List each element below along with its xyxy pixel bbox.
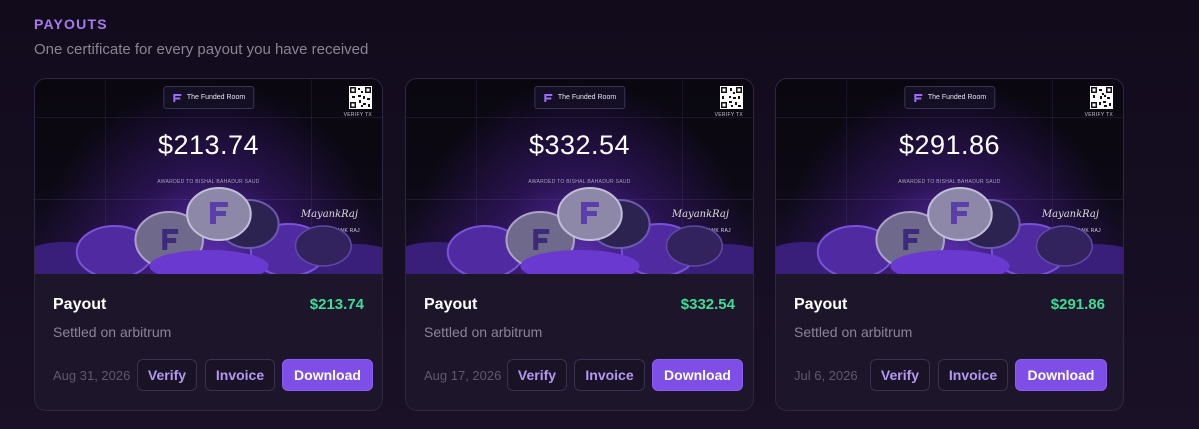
- verify-tx-label: VERIFY TX: [1084, 112, 1113, 118]
- certificate-amount: $213.74: [157, 130, 260, 160]
- payout-label: Payout: [53, 296, 107, 313]
- brand-name: The Funded Room: [557, 94, 617, 101]
- funded-room-logo-icon: [543, 93, 552, 102]
- funded-room-logo-icon: [172, 93, 181, 102]
- verify-tx-label: VERIFY TX: [343, 112, 372, 118]
- coins-illustration-icon: [776, 187, 1123, 274]
- payout-card: The Funded Room VERIFY TX $291.86 AWARDE…: [775, 78, 1124, 411]
- certificate-preview[interactable]: The Funded Room VERIFY TX $291.86 AWARDE…: [776, 79, 1123, 274]
- download-button[interactable]: Download: [282, 359, 373, 391]
- qr-code-icon[interactable]: [1090, 86, 1113, 109]
- verify-button[interactable]: Verify: [137, 359, 197, 391]
- section-subtitle: One certificate for every payout you hav…: [34, 41, 369, 58]
- brand-badge: The Funded Room: [533, 86, 626, 109]
- settled-on: Settled on arbitrum: [424, 324, 543, 340]
- settled-on: Settled on arbitrum: [53, 324, 172, 340]
- certificate-preview[interactable]: The Funded Room VERIFY TX $213.74 AWARDE…: [35, 79, 382, 274]
- invoice-button[interactable]: Invoice: [574, 359, 645, 391]
- payout-date: Aug 31, 2026: [53, 368, 131, 383]
- payout-date: Aug 17, 2026: [424, 368, 502, 383]
- brand-name: The Funded Room: [186, 94, 246, 101]
- qr-code-icon[interactable]: [720, 86, 743, 109]
- payout-card: The Funded Room VERIFY TX $332.54 AWARDE…: [405, 78, 754, 411]
- coins-illustration-icon: [406, 187, 753, 274]
- payout-card: The Funded Room VERIFY TX $213.74 AWARDE…: [34, 78, 383, 411]
- download-button[interactable]: Download: [1015, 359, 1107, 391]
- download-button[interactable]: Download: [652, 359, 743, 391]
- funded-room-logo-icon: [913, 93, 922, 102]
- payout-label: Payout: [424, 296, 478, 313]
- invoice-button[interactable]: Invoice: [938, 359, 1008, 391]
- section-title: PAYOUTS: [34, 16, 108, 32]
- brand-name: The Funded Room: [927, 94, 987, 101]
- settled-on: Settled on arbitrum: [794, 324, 913, 340]
- payout-label: Payout: [794, 296, 848, 313]
- verify-button[interactable]: Verify: [870, 359, 930, 391]
- coins-illustration-icon: [35, 187, 382, 274]
- brand-badge: The Funded Room: [162, 86, 255, 109]
- payout-amount: $332.54: [680, 296, 735, 313]
- brand-badge: The Funded Room: [903, 86, 996, 109]
- payout-date: Jul 6, 2026: [794, 368, 858, 383]
- certificate-amount: $291.86: [898, 130, 1001, 160]
- payout-amount: $291.86: [1050, 296, 1105, 313]
- certificate-amount: $332.54: [528, 130, 631, 160]
- payout-amount: $213.74: [309, 296, 364, 313]
- verify-button[interactable]: Verify: [507, 359, 567, 391]
- verify-tx-label: VERIFY TX: [714, 112, 743, 118]
- invoice-button[interactable]: Invoice: [205, 359, 275, 391]
- qr-code-icon[interactable]: [349, 86, 372, 109]
- certificate-preview[interactable]: The Funded Room VERIFY TX $332.54 AWARDE…: [406, 79, 753, 274]
